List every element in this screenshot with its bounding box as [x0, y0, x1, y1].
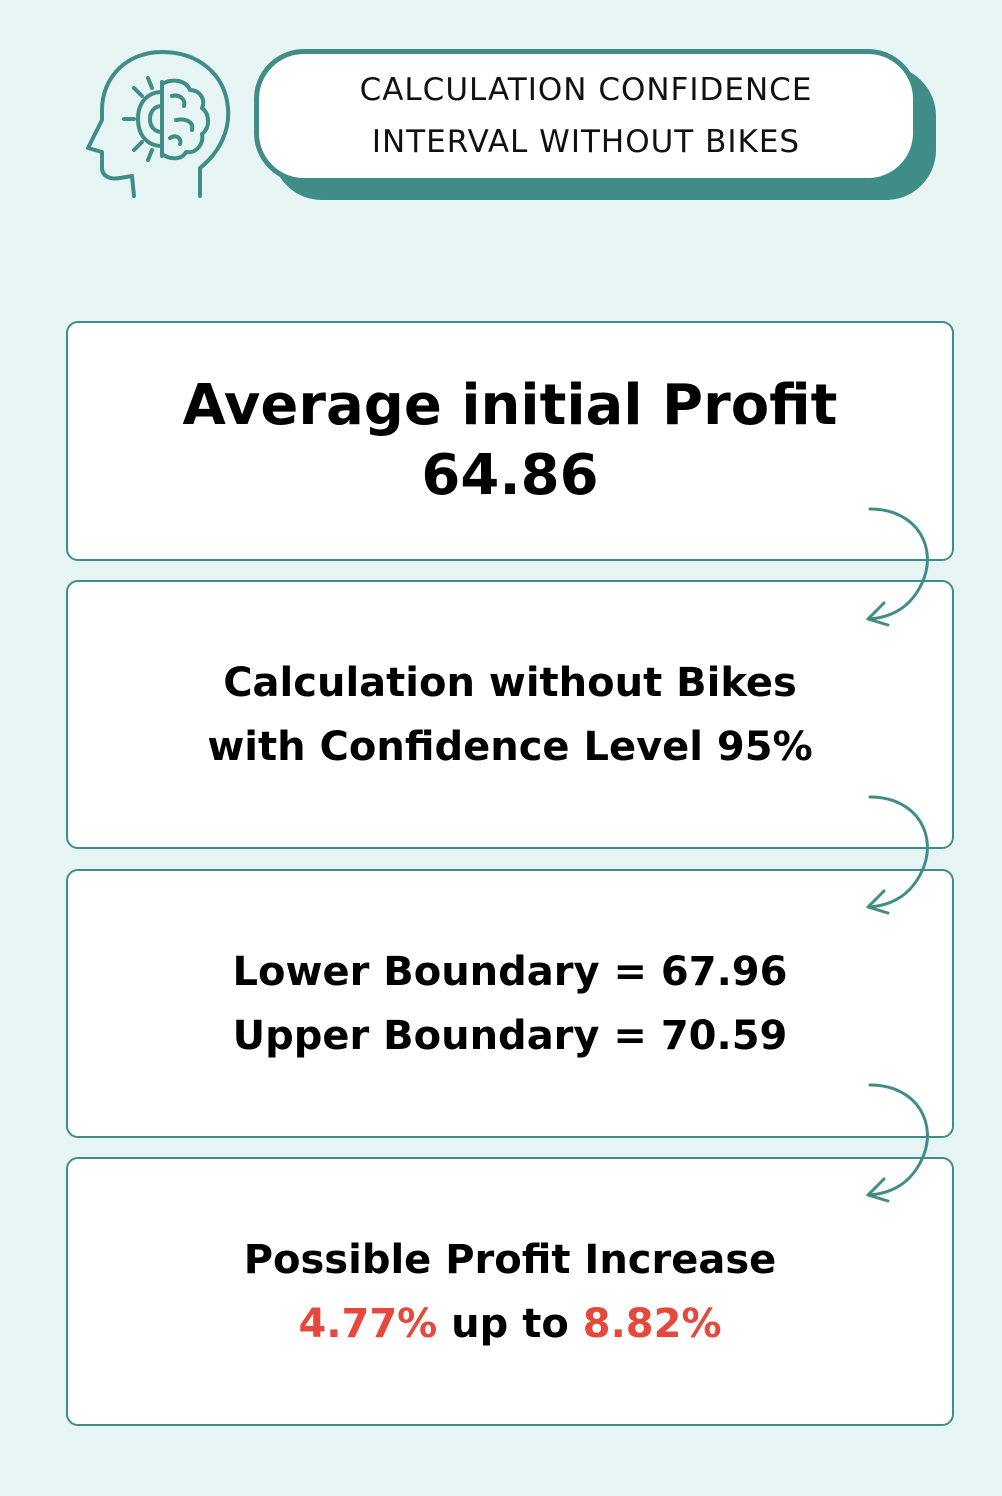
- step-profit-increase: Possible Profit Increase 4.77% up to 8.8…: [66, 1157, 954, 1426]
- step-1-label: Average initial Profit: [182, 373, 838, 438]
- increase-high: 8.82%: [582, 1300, 722, 1347]
- title-pill: CALCULATION CONFIDENCE INTERVAL WITHOUT …: [254, 49, 918, 183]
- curved-arrow-down-icon: [866, 1083, 929, 1203]
- increase-low: 4.77%: [298, 1300, 438, 1347]
- step-1-value: 64.86: [421, 443, 599, 508]
- upper-boundary: Upper Boundary = 70.59: [232, 1012, 788, 1059]
- title-line-1: CALCULATION CONFIDENCE: [359, 72, 813, 108]
- step-average-profit: Average initial Profit 64.86: [66, 321, 954, 561]
- step-calculation: Calculation without Bikes with Confidenc…: [66, 580, 954, 849]
- step-4-label: Possible Profit Increase: [243, 1236, 777, 1283]
- curved-arrow-down-icon: [866, 795, 929, 915]
- head-gear-brain-icon: [86, 50, 231, 198]
- step-boundaries: Lower Boundary = 67.96 Upper Boundary = …: [66, 869, 954, 1138]
- lower-boundary: Lower Boundary = 67.96: [232, 948, 788, 995]
- title-line-2: INTERVAL WITHOUT BIKES: [371, 124, 801, 160]
- increase-connector: up to: [437, 1300, 583, 1347]
- step-2-line-2: with Confidence Level 95%: [207, 723, 813, 770]
- step-2-line-1: Calculation without Bikes: [223, 659, 797, 706]
- profit-increase-range: 4.77% up to 8.82%: [298, 1292, 721, 1356]
- curved-arrow-down-icon: [866, 507, 929, 627]
